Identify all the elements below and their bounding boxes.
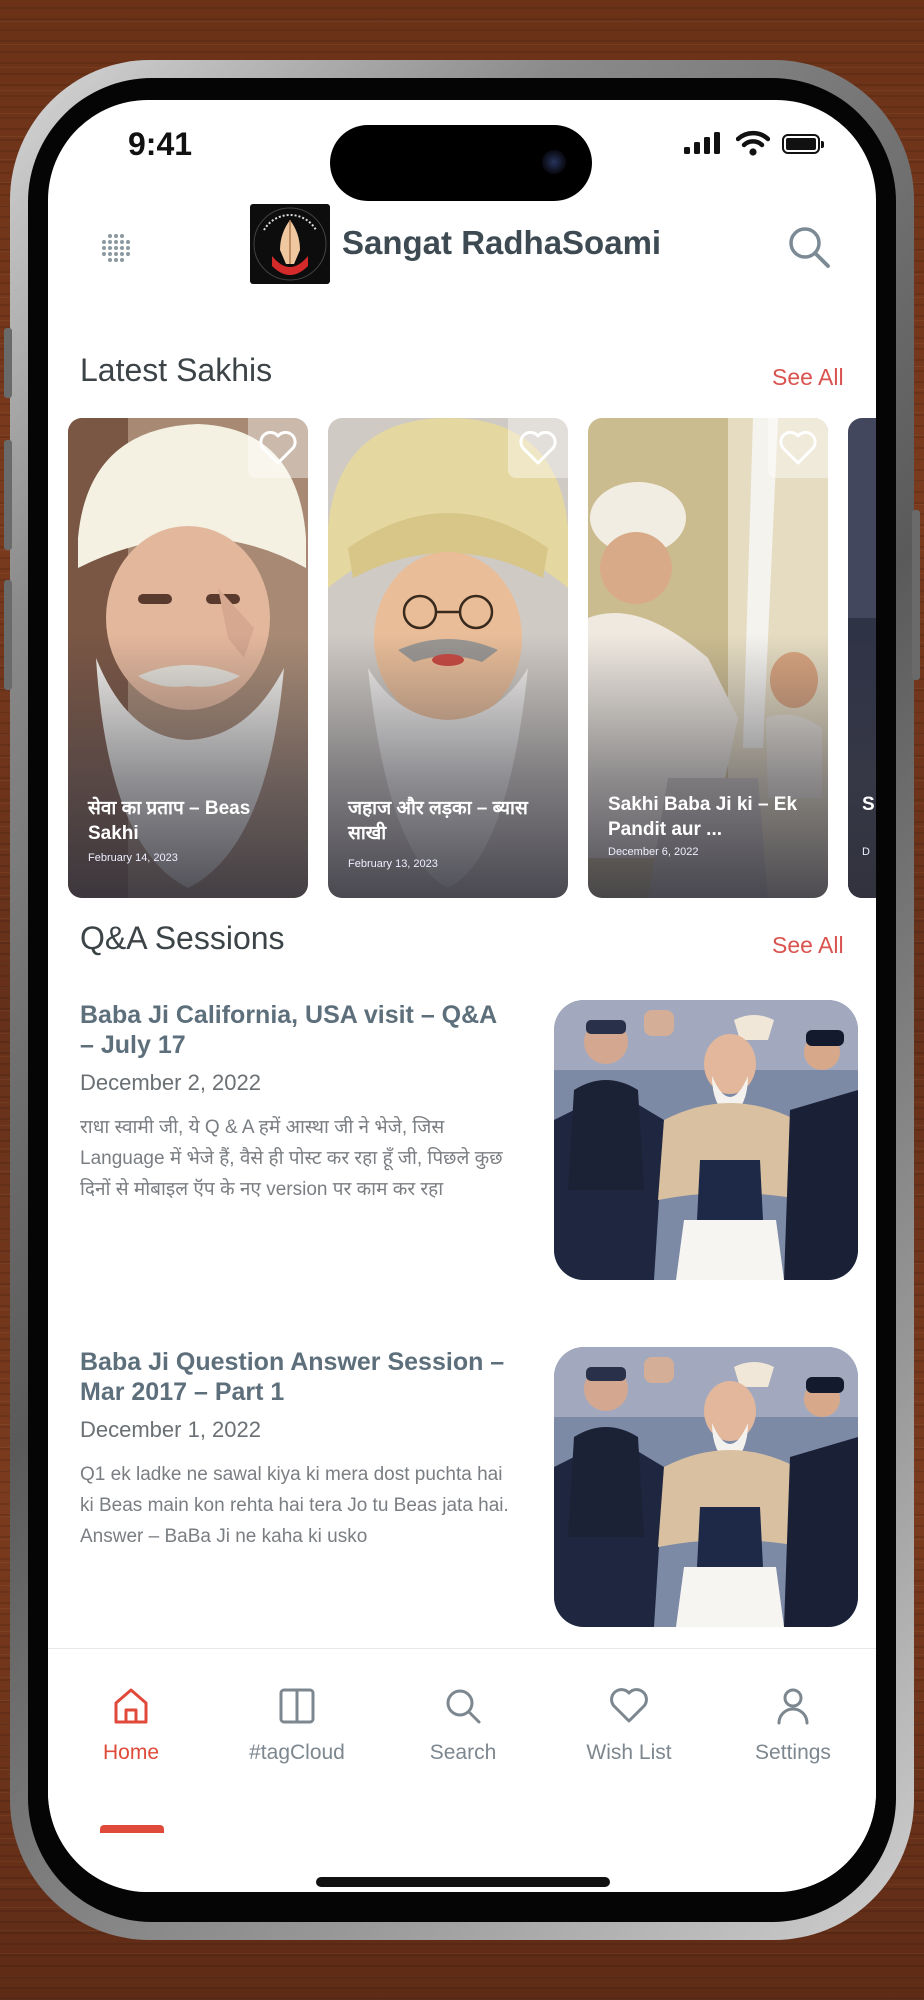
user-icon	[777, 1688, 809, 1725]
sakhi-card[interactable]: सेवा का प्रताप – Beas Sakhi February 14,…	[68, 418, 308, 898]
sakhi-card-title: S M	[862, 794, 876, 815]
favorite-heart-icon[interactable]	[248, 418, 308, 478]
active-tab-indicator	[100, 1825, 164, 1833]
sakhi-card[interactable]: S M D	[848, 418, 876, 898]
sakhi-card-title: सेवा का प्रताप – Beas Sakhi	[88, 798, 251, 844]
status-bar: 9:41	[48, 100, 876, 210]
tab-tagcloud[interactable]: #tagCloud	[214, 1685, 380, 1795]
favorite-heart-icon[interactable]	[768, 418, 828, 478]
qa-list-item[interactable]: Baba Ji California, USA visit – Q&A – Ju…	[80, 1000, 860, 1290]
qa-item-excerpt: Q1 ek ladke ne sawal kiya ki mera dost p…	[80, 1464, 509, 1547]
mute-switch	[4, 328, 12, 398]
qa-item-date: December 1, 2022	[80, 1417, 261, 1442]
qa-item-thumbnail	[554, 1347, 858, 1627]
app-screen: 9:41 Sangat RadhaSoami Latest Sakhis See…	[48, 100, 876, 1892]
qa-sessions-see-all-link[interactable]: See All	[772, 932, 844, 959]
sakhi-card-date: February 14, 2023	[88, 852, 178, 864]
tab-label: Search	[429, 1741, 497, 1764]
qa-item-date: December 2, 2022	[80, 1070, 261, 1095]
sakhi-card-date: December 6, 2022	[608, 846, 699, 858]
sakhi-card[interactable]: जहाज और लड़का – ब्यास साखी February 13, …	[328, 418, 568, 898]
tab-home[interactable]: Home	[48, 1685, 214, 1833]
volume-up-button	[4, 440, 12, 550]
qa-item-thumbnail	[554, 1000, 858, 1280]
wifi-icon	[736, 130, 770, 156]
home-icon	[114, 1688, 148, 1724]
tab-label: Home	[102, 1741, 160, 1764]
volume-down-button	[4, 580, 12, 690]
tab-settings[interactable]: Settings	[710, 1685, 876, 1795]
cellular-signal-icon	[684, 132, 720, 154]
tab-label: #tagCloud	[249, 1741, 345, 1764]
qa-list-item[interactable]: Baba Ji Question Answer Session – Mar 20…	[80, 1347, 860, 1637]
battery-icon	[782, 134, 824, 154]
sakhi-card-title: Sakhi Baba Ji ki – Ek Pandit aur ...	[608, 794, 798, 840]
search-icon	[446, 1689, 481, 1724]
latest-sakhis-title: Latest Sakhis	[80, 352, 273, 388]
bottom-tab-bar: Home #tagCloud Search Wish List Settings	[48, 1648, 876, 1892]
qa-item-title: Baba Ji California, USA visit – Q&A – Ju…	[80, 1001, 497, 1059]
tab-label: Wish List	[586, 1741, 672, 1764]
radhasoami-logo	[250, 204, 330, 284]
favorite-heart-icon[interactable]	[508, 418, 568, 478]
latest-sakhis-see-all-link[interactable]: See All	[772, 364, 844, 391]
sakhi-card-date: D	[862, 846, 870, 858]
qa-sessions-title: Q&A Sessions	[80, 920, 285, 956]
tab-wish-list[interactable]: Wish List	[546, 1685, 712, 1795]
tab-label: Settings	[755, 1741, 831, 1764]
app-title: Sangat RadhaSoami	[342, 224, 662, 261]
qa-item-title: Baba Ji Question Answer Session – Mar 20…	[80, 1348, 505, 1406]
power-button	[912, 510, 920, 680]
book-icon	[279, 1688, 315, 1724]
menu-grid-icon[interactable]	[96, 230, 136, 270]
heart-icon	[610, 1688, 648, 1723]
sakhi-card[interactable]: Sakhi Baba Ji ki – Ek Pandit aur ... Dec…	[588, 418, 828, 898]
card-gradient-overlay	[848, 634, 876, 898]
sakhi-carousel[interactable]: सेवा का प्रताप – Beas Sakhi February 14,…	[68, 418, 876, 898]
sakhi-card-title: जहाज और लड़का – ब्यास साखी	[348, 798, 528, 844]
tab-search[interactable]: Search	[380, 1685, 546, 1795]
home-indicator	[316, 1877, 610, 1887]
card-gradient-overlay	[588, 634, 828, 898]
front-camera	[542, 150, 566, 174]
search-icon[interactable]	[784, 222, 834, 272]
sakhi-card-date: February 13, 2023	[348, 858, 438, 870]
app-header: Sangat RadhaSoami	[48, 200, 876, 310]
qa-item-excerpt: राधा स्वामी जी, ये Q & A हमें आस्था जी न…	[80, 1117, 503, 1200]
dynamic-island	[330, 125, 592, 201]
status-time: 9:41	[128, 126, 193, 162]
